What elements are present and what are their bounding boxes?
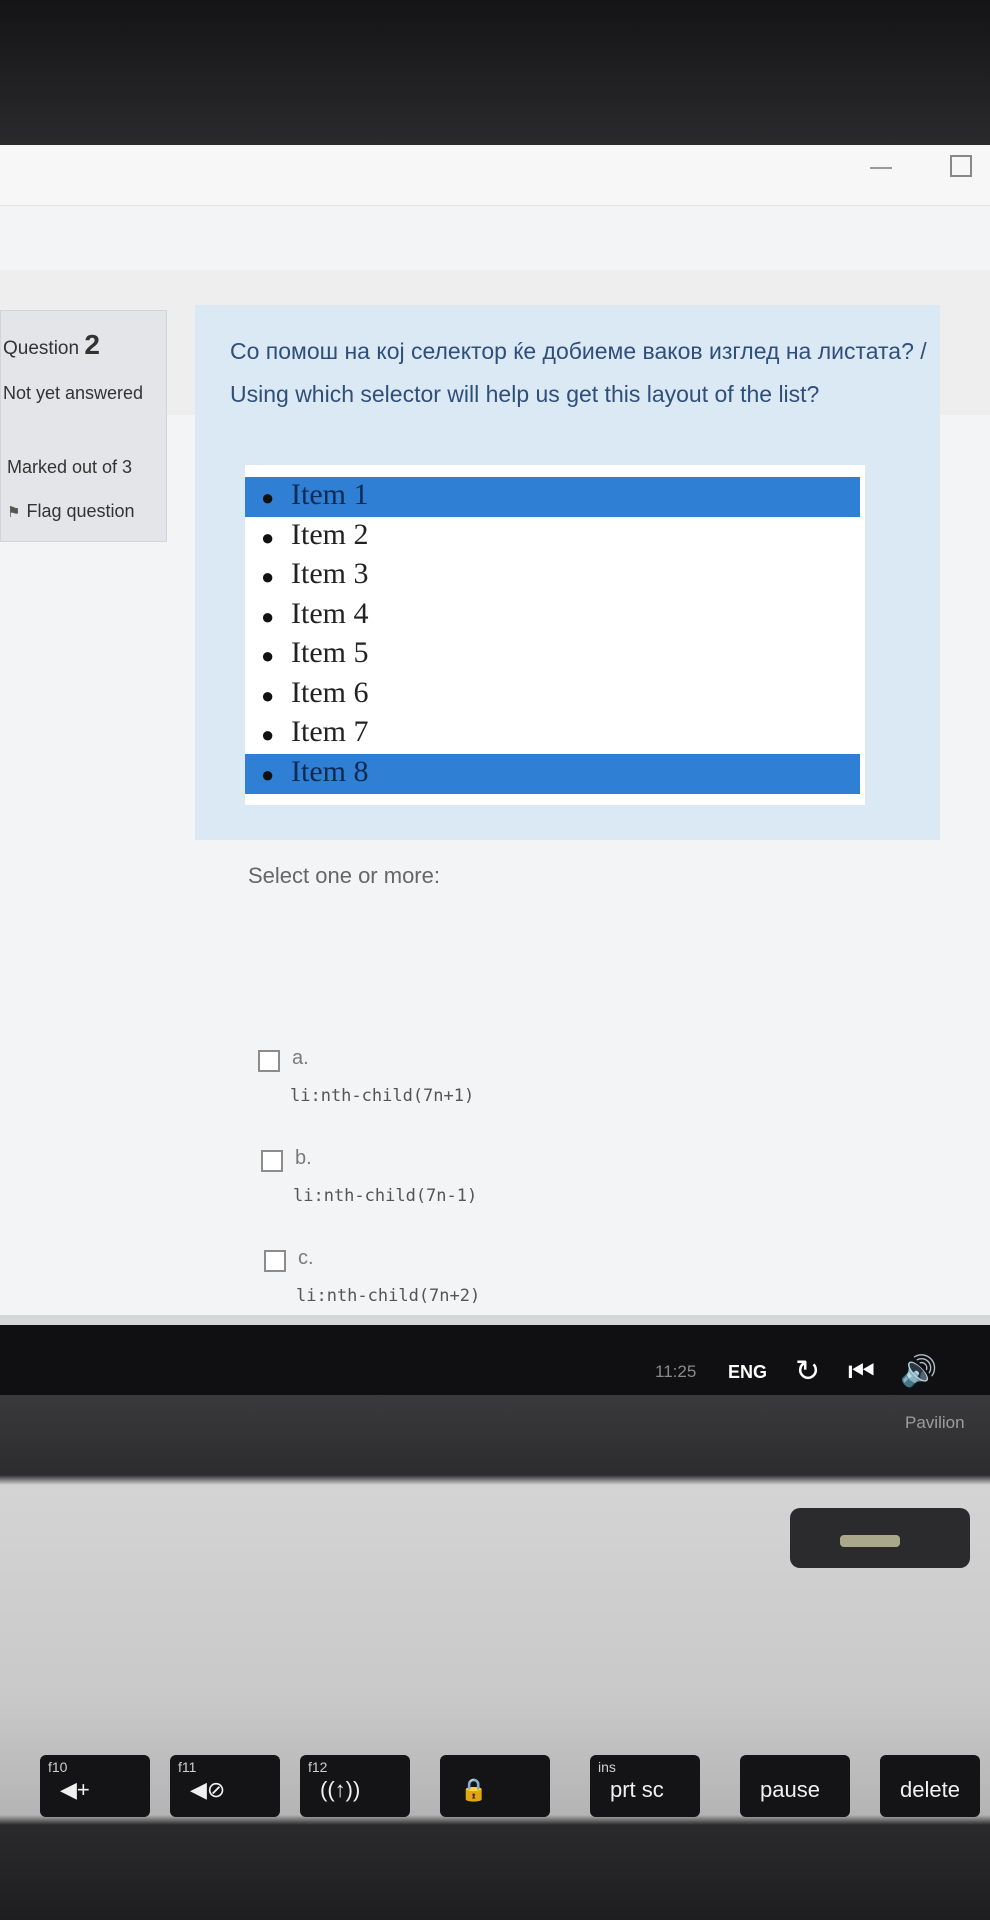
question-number: 2 (84, 329, 100, 360)
bullet-icon: ● (261, 761, 275, 787)
keyboard-key: f12 ((↑)) (300, 1755, 410, 1817)
preview-item-label: Item 1 (291, 478, 369, 511)
flag-question-link[interactable]: ⚑ Flag question (7, 501, 135, 522)
bullet-icon: ● (261, 524, 275, 550)
key-glyph: pause (760, 1777, 820, 1802)
answer-letter: a. (292, 1047, 309, 1069)
bullet-icon: ● (261, 643, 275, 668)
question-label: Question 2 (3, 329, 100, 361)
keyboard-key: f10 ◀+ (40, 1755, 150, 1817)
key-glyph: delete (900, 1777, 960, 1802)
keyboard-key: pause (740, 1755, 850, 1817)
answer-code: li:nth-child(7n+2) (296, 1286, 481, 1306)
answer-letter: b. (295, 1147, 312, 1169)
previous-track-icon[interactable]: ⏮ (848, 1354, 875, 1389)
keyboard-key: delete (880, 1755, 980, 1817)
minimize-icon[interactable] (870, 167, 892, 169)
question-state: Not yet answered (3, 383, 144, 403)
preview-list-item: ● Item 4 (245, 596, 860, 636)
answer-option[interactable]: c. li:nth-child(7n+2) (264, 1247, 684, 1325)
flag-question-label: Flag question (26, 501, 135, 521)
preview-item-label: Item 6 (291, 675, 369, 709)
keyboard-key: ins prt sc (590, 1755, 700, 1817)
laptop-body (0, 1395, 990, 1920)
preview-list-item: ● Item 6 (245, 675, 860, 715)
preview-list-item: ● Item 3 (245, 556, 860, 596)
keyboard-key: 🔒 (440, 1755, 550, 1817)
answer-letter: c. (298, 1247, 314, 1269)
screen-bottom-edge (0, 1315, 990, 1325)
key-fn-label: f10 (48, 1759, 68, 1775)
key-glyph: ◀+ (60, 1777, 90, 1802)
language-indicator[interactable]: ENG (728, 1362, 767, 1383)
bullet-icon: ● (261, 682, 275, 708)
preview-list-item: ● Item 1 (245, 477, 860, 517)
answer-code: li:nth-child(7n+1) (290, 1086, 475, 1106)
select-prompt: Select one or more: (248, 863, 440, 888)
bullet-icon: ● (261, 485, 275, 510)
keyboard-key: f11 ◀⊘ (170, 1755, 280, 1817)
preview-item-label: Item 2 (291, 517, 369, 551)
preview-list-item: ● Item 2 (245, 517, 860, 557)
preview-item-label: Item 3 (291, 557, 369, 590)
key-glyph: ((↑)) (320, 1777, 361, 1802)
answer-checkbox[interactable] (264, 1250, 286, 1272)
flag-icon: ⚑ (7, 504, 21, 521)
answer-checkbox[interactable] (261, 1150, 283, 1172)
question-info-panel: Question 2 Not yet answered Marked out o… (0, 310, 167, 542)
taskbar-clock: 11:25 (655, 1362, 697, 1381)
taskbar (0, 1325, 990, 1395)
preview-item-label: Item 5 (291, 636, 369, 669)
maximize-icon[interactable] (950, 155, 972, 177)
key-glyph: prt sc (610, 1777, 664, 1802)
volume-icon[interactable]: 🔊 (900, 1354, 937, 1389)
refresh-icon[interactable]: ↻ (795, 1354, 820, 1389)
key-fn-label: f11 (178, 1759, 197, 1775)
bullet-icon: ● (261, 722, 275, 747)
key-glyph: 🔒 (460, 1777, 488, 1802)
bullet-icon: ● (261, 603, 275, 629)
key-glyph: ◀⊘ (190, 1777, 226, 1802)
preview-item-label: Item 7 (291, 715, 369, 748)
brand-label: Pavilion (905, 1413, 965, 1432)
browser-screen: Question 2 Not yet answered Marked out o… (0, 145, 990, 1325)
screen-bezel-top (0, 0, 990, 145)
preview-list-item: ● Item 7 (245, 714, 860, 754)
key-fn-label: f12 (308, 1759, 328, 1775)
preview-list-item: ● Item 8 (245, 753, 860, 794)
question-content: Со помош на кој селектор ќе добиеме вако… (195, 305, 940, 840)
list-preview-image: ● Item 1 ● Item 2 ● Item 3 ● Item 4 ● Item 5 ● Item… (245, 465, 865, 805)
answer-option[interactable]: b. li:nth-child(7n-1) (261, 1147, 681, 1230)
preview-item-label: Item 4 (291, 596, 369, 630)
bullet-icon: ● (261, 564, 275, 589)
key-fn-label: ins (598, 1759, 616, 1775)
question-marks: Marked out of 3 (7, 457, 133, 477)
answer-checkbox[interactable] (258, 1050, 280, 1072)
answer-option[interactable]: a. li:nth-child(7n+1) (258, 1047, 678, 1130)
preview-item-label: Item 8 (291, 754, 369, 788)
header-divider (0, 205, 990, 206)
question-label-text: Question (3, 338, 80, 359)
preview-list-item: ● Item 5 (245, 635, 860, 675)
power-led-glow (840, 1535, 900, 1547)
window-titlebar (0, 145, 990, 205)
question-text: Со помош на кој селектор ќе добиеме вако… (230, 338, 927, 407)
answer-code: li:nth-child(7n-1) (293, 1186, 478, 1206)
